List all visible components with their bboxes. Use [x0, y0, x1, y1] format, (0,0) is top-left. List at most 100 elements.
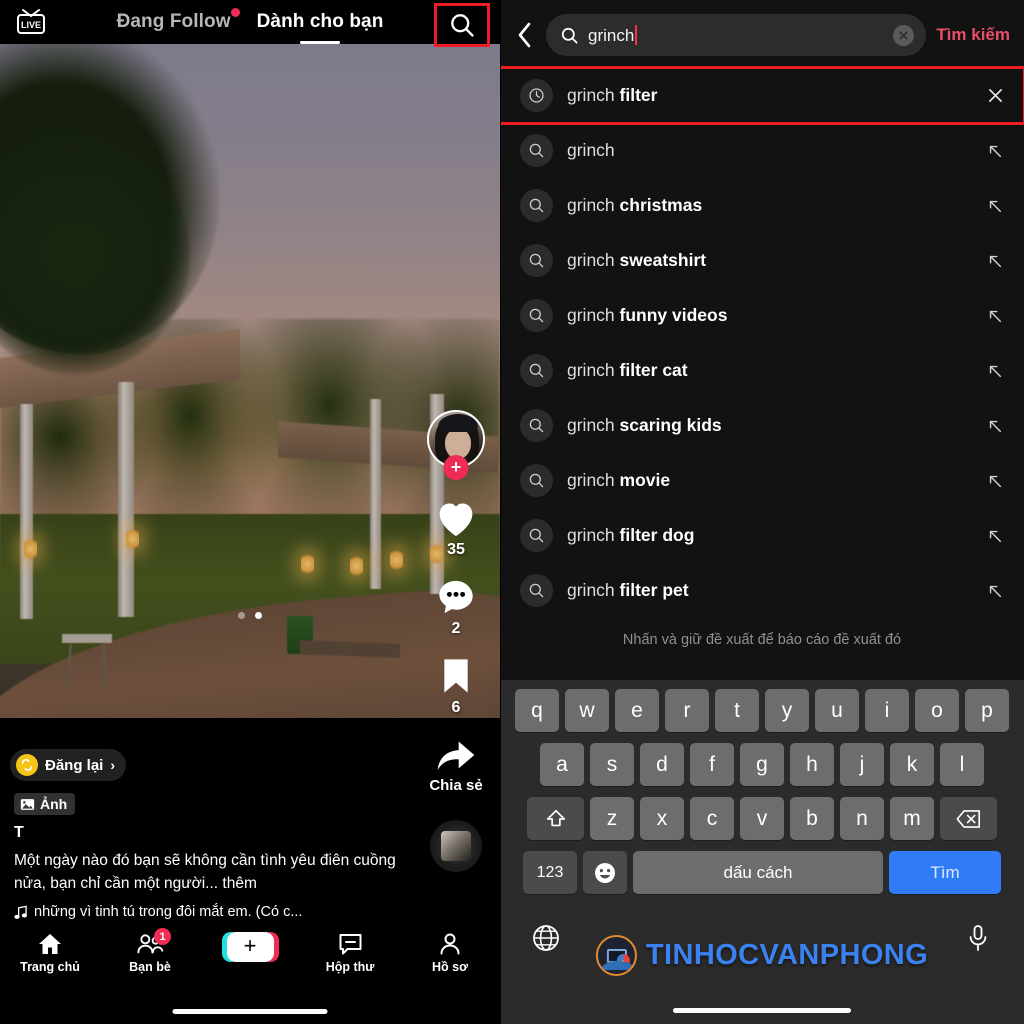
suggestion-bold: filter pet: [619, 580, 689, 600]
suggestion-row[interactable]: grinch filter cat: [500, 343, 1024, 398]
key-f[interactable]: f: [690, 743, 734, 786]
shift-key[interactable]: [527, 797, 584, 840]
arrow-up-left-icon: [989, 530, 1002, 542]
remove-suggestion-button[interactable]: [984, 88, 1006, 103]
search-suggestions-list: grinch filter grinch grinch christmas gr…: [500, 64, 1024, 618]
fill-suggestion-button[interactable]: [984, 363, 1006, 379]
key-y[interactable]: y: [765, 689, 809, 732]
fill-suggestion-button[interactable]: [984, 528, 1006, 544]
repost-chip[interactable]: Đăng lại ›: [10, 749, 127, 782]
comment-button[interactable]: 2: [435, 577, 477, 638]
suggestion-bold: scaring kids: [619, 415, 722, 435]
fill-suggestion-button[interactable]: [984, 253, 1006, 269]
bookmark-button[interactable]: 6: [438, 656, 474, 717]
suggestion-row[interactable]: grinch movie: [500, 453, 1024, 508]
backspace-key[interactable]: [940, 797, 997, 840]
key-q[interactable]: q: [515, 689, 559, 732]
fill-suggestion-button[interactable]: [984, 418, 1006, 434]
watermark: TINHOCVANPHONG: [595, 935, 928, 976]
create-icon[interactable]: +: [221, 932, 279, 962]
suggestion-row[interactable]: grinch filter dog: [500, 508, 1024, 563]
nav-item-ban-be[interactable]: 1 Bạn bè: [100, 928, 200, 974]
fill-suggestion-button[interactable]: [984, 473, 1006, 489]
keyboard-row-4: 123 dấu cách Tìm: [503, 851, 1021, 894]
search-button-highlighted[interactable]: [434, 3, 490, 47]
numbers-key[interactable]: 123: [523, 851, 577, 894]
suggestion-prefix: grinch: [567, 525, 620, 545]
video-description[interactable]: Một ngày nào đó bạn sẽ không cần tình yê…: [14, 850, 424, 895]
key-e[interactable]: e: [615, 689, 659, 732]
key-s[interactable]: s: [590, 743, 634, 786]
key-k[interactable]: k: [890, 743, 934, 786]
nav-label: Hồ sơ: [432, 960, 468, 974]
nav-item-ho-so[interactable]: Hồ sơ: [400, 932, 500, 974]
tab-dang-follow[interactable]: Đang Follow: [117, 8, 240, 33]
key-n[interactable]: n: [840, 797, 884, 840]
key-x[interactable]: x: [640, 797, 684, 840]
key-c[interactable]: c: [690, 797, 734, 840]
back-button[interactable]: [512, 20, 536, 50]
suggestion-row[interactable]: grinch scaring kids: [500, 398, 1024, 453]
nav-item-hop-thu[interactable]: Hộp thư: [300, 932, 400, 974]
suggestion-row-highlighted[interactable]: grinch filter: [500, 66, 1024, 125]
author-avatar-wrapper[interactable]: +: [427, 410, 485, 480]
key-l[interactable]: l: [940, 743, 984, 786]
suggestion-row[interactable]: grinch christmas: [500, 178, 1024, 233]
key-a[interactable]: a: [540, 743, 584, 786]
space-key[interactable]: dấu cách: [633, 851, 883, 894]
key-g[interactable]: g: [740, 743, 784, 786]
carousel-dot-active[interactable]: [255, 612, 262, 619]
fill-suggestion-button[interactable]: [984, 308, 1006, 324]
fill-suggestion-button[interactable]: [984, 198, 1006, 214]
microphone-icon: [969, 925, 987, 951]
key-o[interactable]: o: [915, 689, 959, 732]
suggestion-row[interactable]: grinch: [500, 123, 1024, 178]
search-input[interactable]: grinch: [588, 24, 884, 46]
key-i[interactable]: i: [865, 689, 909, 732]
key-j[interactable]: j: [840, 743, 884, 786]
key-m[interactable]: m: [890, 797, 934, 840]
search-icon: [520, 299, 553, 332]
nav-item-create[interactable]: +: [200, 932, 300, 962]
bookmark-count: 6: [451, 699, 461, 716]
suggestion-bold: filter cat: [619, 360, 688, 380]
share-button[interactable]: Chia sẻ: [429, 735, 483, 794]
fill-suggestion-button[interactable]: [984, 583, 1006, 599]
emoji-key[interactable]: [583, 851, 627, 894]
follow-button[interactable]: +: [443, 455, 469, 480]
carousel-dot[interactable]: [238, 612, 245, 619]
key-w[interactable]: w: [565, 689, 609, 732]
search-go-key[interactable]: Tìm: [889, 851, 1001, 894]
key-r[interactable]: r: [665, 689, 709, 732]
key-z[interactable]: z: [590, 797, 634, 840]
chevron-right-icon: ›: [110, 757, 116, 774]
like-button[interactable]: 35: [434, 498, 478, 559]
music-info[interactable]: những vì tinh tú trong đôi mắt em. (Có c…: [14, 904, 486, 920]
suggestion-row[interactable]: grinch sweatshirt: [500, 233, 1024, 288]
fill-suggestion-button[interactable]: [984, 143, 1006, 159]
clock-icon: [520, 79, 553, 112]
suggestion-prefix: grinch: [567, 140, 615, 160]
globe-key[interactable]: [529, 921, 563, 955]
key-u[interactable]: u: [815, 689, 859, 732]
suggestion-text: grinch scaring kids: [567, 415, 970, 436]
key-v[interactable]: v: [740, 797, 784, 840]
key-d[interactable]: d: [640, 743, 684, 786]
nav-item-trang-chu[interactable]: Trang chủ: [0, 932, 100, 974]
key-b[interactable]: b: [790, 797, 834, 840]
key-p[interactable]: p: [965, 689, 1009, 732]
suggestion-row[interactable]: grinch filter pet: [500, 563, 1024, 618]
suggestion-row[interactable]: grinch funny videos: [500, 288, 1024, 343]
key-t[interactable]: t: [715, 689, 759, 732]
arrow-up-left-icon: [989, 420, 1002, 432]
plus-glyph: +: [243, 933, 257, 958]
search-input-field[interactable]: grinch: [546, 14, 927, 56]
photo-tag[interactable]: Ảnh: [14, 793, 76, 816]
clear-search-button[interactable]: [893, 24, 915, 46]
tab-danh-cho-ban[interactable]: Dành cho bạn: [257, 11, 384, 33]
keyboard-row-1: q w e r t y u i o p: [503, 689, 1021, 732]
key-h[interactable]: h: [790, 743, 834, 786]
arrow-up-left-icon: [989, 310, 1002, 322]
microphone-key[interactable]: [961, 921, 995, 955]
search-submit-button[interactable]: Tìm kiếm: [936, 25, 1014, 45]
